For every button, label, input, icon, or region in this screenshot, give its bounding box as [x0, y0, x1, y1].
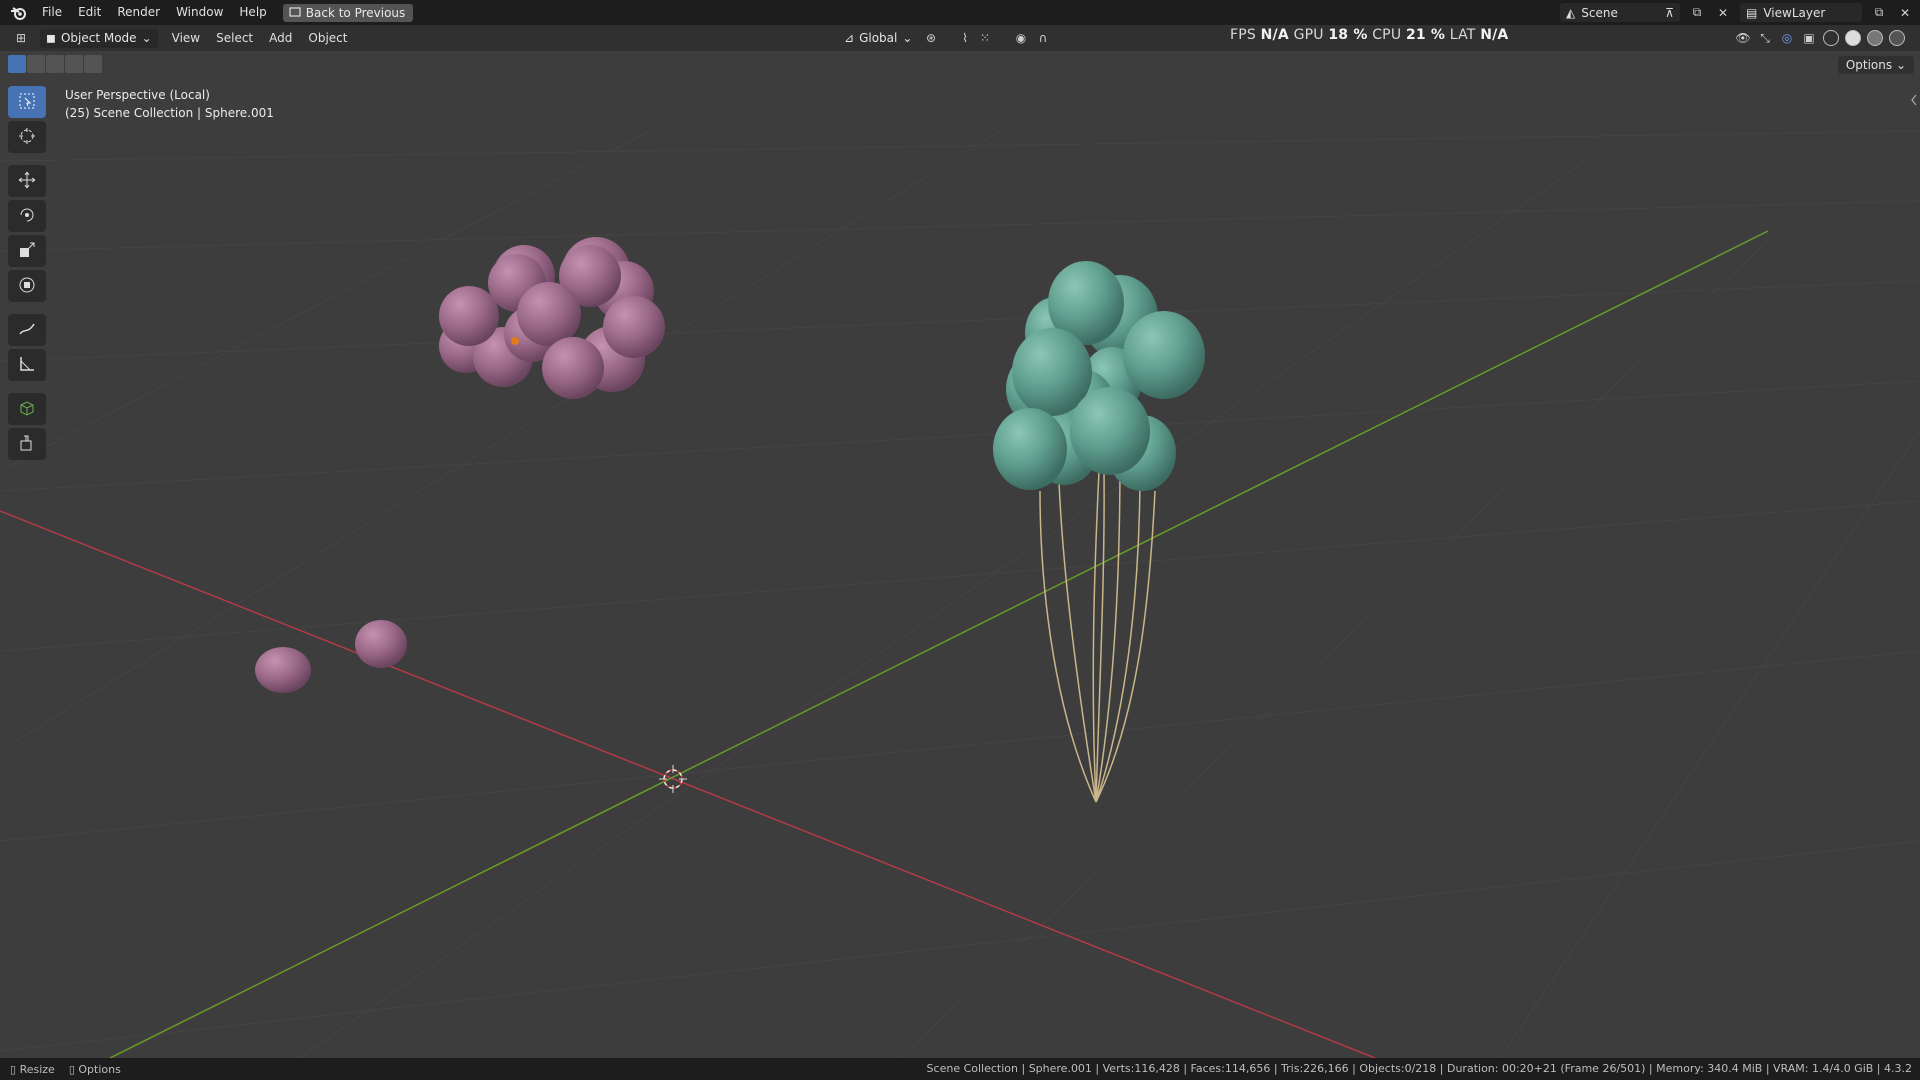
3d-viewport[interactable] — [0, 51, 1920, 1058]
balloon-strings — [1039, 450, 1156, 803]
chevron-down-icon: ⌄ — [902, 31, 913, 45]
options-hint: ▯ Options — [69, 1063, 121, 1076]
orientation-label: Global — [859, 31, 898, 45]
rendered-shading-icon[interactable] — [1888, 29, 1906, 47]
resize-hint: ▯ Resize — [10, 1063, 55, 1076]
new-scene-icon[interactable]: ⧉ — [1688, 4, 1706, 22]
material-shading-icon[interactable] — [1866, 29, 1884, 47]
chevron-down-icon: ⌄ — [141, 31, 152, 45]
collection-label: (25) Scene Collection | Sphere.001 — [65, 106, 274, 120]
back-to-previous-button[interactable]: Back to Previous — [282, 3, 414, 22]
gpu-label: GPU — [1293, 27, 1324, 43]
measure-icon — [18, 355, 36, 376]
menu-window[interactable]: Window — [168, 0, 231, 25]
pink-balloon-small-right[interactable] — [355, 620, 407, 668]
cursor-tool[interactable] — [8, 121, 46, 153]
scene-icon: ◭ — [1566, 5, 1576, 20]
transform-tool[interactable] — [8, 270, 46, 302]
cursor-icon — [18, 127, 36, 148]
menu-edit[interactable]: Edit — [70, 0, 109, 25]
measure-tool[interactable] — [8, 349, 46, 381]
mode-label: Object Mode — [60, 31, 137, 45]
pink-balloon-cluster[interactable] — [439, 237, 665, 399]
menu-render[interactable]: Render — [109, 0, 168, 25]
extrude-icon — [18, 434, 36, 455]
pin-icon[interactable]: ⊼ — [1665, 6, 1674, 20]
pivot-icon[interactable]: ⊛ — [922, 29, 940, 47]
menu-view[interactable]: View — [164, 31, 208, 45]
add-cube-tool[interactable] — [8, 393, 46, 425]
scene-statistics: Scene Collection | Sphere.001 | Verts:11… — [926, 1062, 1912, 1075]
delete-view-layer-icon[interactable]: ✕ — [1896, 4, 1914, 22]
resize-label: Resize — [19, 1062, 55, 1076]
tool-shelf — [8, 86, 48, 460]
annotate-tool[interactable] — [8, 314, 46, 346]
perspective-label: User Perspective (Local) — [65, 88, 210, 102]
viewport-info-overlay: User Perspective (Local) (25) Scene Coll… — [65, 86, 274, 122]
rotate-tool[interactable] — [8, 200, 46, 232]
wireframe-shading-icon[interactable] — [1822, 29, 1840, 47]
back-to-previous-label: Back to Previous — [305, 5, 406, 20]
viewport-header: ⊞ ◼ Object Mode ⌄ View Select Add Object… — [0, 25, 1920, 51]
fullscreen-icon — [289, 4, 301, 22]
proportional-edit-icon[interactable]: ◉ — [1012, 29, 1030, 47]
scene-selector[interactable]: ◭ Scene ⊼ — [1560, 3, 1680, 22]
collapse-sidebar-icon[interactable] — [1911, 94, 1917, 106]
xray-icon[interactable]: ▣ — [1800, 29, 1818, 47]
menu-help[interactable]: Help — [231, 0, 274, 25]
menu-object[interactable]: Object — [300, 31, 355, 45]
scale-icon — [18, 241, 36, 262]
mouse-left-icon: ▯ — [10, 1062, 17, 1076]
delete-scene-icon[interactable]: ✕ — [1714, 4, 1732, 22]
annotate-icon — [18, 320, 36, 341]
object-mode-icon: ◼ — [46, 31, 56, 45]
new-view-layer-icon[interactable]: ⧉ — [1870, 4, 1888, 22]
lat-value: N/A — [1480, 27, 1509, 43]
transform-icon — [18, 276, 36, 297]
mode-dropdown[interactable]: ◼ Object Mode ⌄ — [40, 28, 158, 48]
move-icon — [18, 171, 36, 192]
menu-file[interactable]: File — [34, 0, 70, 25]
blender-logo-icon[interactable] — [8, 3, 28, 23]
select-box-tool[interactable] — [8, 86, 46, 118]
gizmo-icon[interactable]: ⤡ — [1756, 29, 1774, 47]
select-box-icon — [18, 92, 36, 113]
extrude-tool[interactable] — [8, 428, 46, 460]
fps-label: FPS — [1230, 27, 1256, 43]
mouse-right-icon: ▯ — [68, 1062, 75, 1076]
menu-add[interactable]: Add — [261, 31, 300, 45]
visibility-icon[interactable]: 👁 — [1734, 29, 1752, 47]
pink-balloon-small-left[interactable] — [255, 647, 311, 693]
orientation-icon: ⊿ — [844, 31, 855, 45]
fps-value: N/A — [1260, 27, 1289, 43]
snap-target-icon[interactable]: ⁙ — [976, 29, 994, 47]
overlay-icon[interactable]: ◎ — [1778, 29, 1796, 47]
view-layer-name: ViewLayer — [1763, 5, 1826, 20]
lat-label: LAT — [1449, 27, 1476, 43]
menu-select[interactable]: Select — [208, 31, 261, 45]
orientation-dropdown[interactable]: ⊿ Global ⌄ — [838, 29, 918, 48]
floor-grid — [0, 130, 1920, 1058]
gpu-value: 18 % — [1328, 27, 1368, 43]
options-hint-label: Options — [78, 1062, 121, 1076]
move-tool[interactable] — [8, 165, 46, 197]
teal-balloon-bunch[interactable] — [993, 261, 1205, 491]
falloff-icon[interactable]: ∩ — [1034, 29, 1052, 47]
rotate-icon — [18, 206, 36, 227]
top-right-controls: ◭ Scene ⊼ ⧉ ✕ ▤ ViewLayer ⧉ ✕ — [1560, 3, 1914, 22]
scene-name: Scene — [1581, 5, 1618, 20]
solid-shading-icon[interactable] — [1844, 29, 1862, 47]
add-cube-icon — [18, 399, 36, 420]
viewport-display-controls: 👁 ⤡ ◎ ▣ — [1734, 29, 1906, 47]
status-bar: ▯ Resize ▯ Options Scene Collection | Sp… — [0, 1058, 1920, 1080]
cpu-value: 21 % — [1405, 27, 1446, 43]
top-bar: File Edit Render Window Help Back to Pre… — [0, 0, 1920, 25]
editor-type-icon[interactable]: ⊞ — [12, 29, 30, 47]
cpu-label: CPU — [1372, 27, 1402, 43]
view-layer-selector[interactable]: ▤ ViewLayer — [1740, 3, 1862, 22]
performance-stats: FPS N/A GPU 18 % CPU 21 % LAT N/A — [1230, 25, 1508, 45]
snap-toggle-icon[interactable]: ⌇ — [956, 29, 974, 47]
view-layer-icon: ▤ — [1746, 5, 1758, 20]
scale-tool[interactable] — [8, 235, 46, 267]
